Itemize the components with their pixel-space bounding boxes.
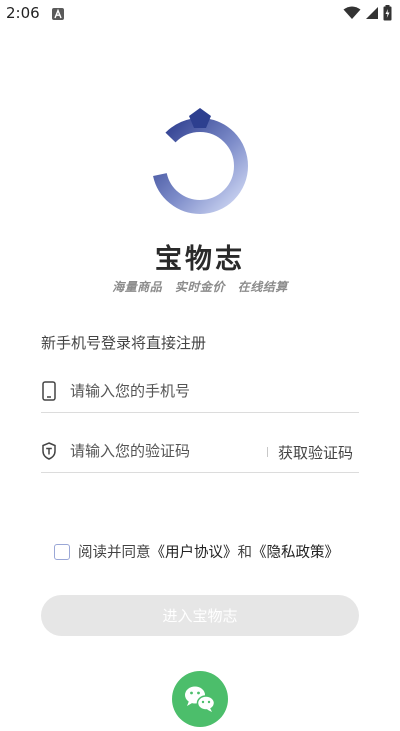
user-agreement-link[interactable]: 《用户协议》 [151, 541, 238, 562]
privacy-policy-link[interactable]: 《隐私政策》 [252, 541, 339, 562]
status-icons [343, 5, 392, 21]
battery-charging-icon [383, 5, 392, 21]
tagline-item: 在线结算 [237, 280, 288, 294]
agreement-checkbox[interactable] [54, 543, 70, 560]
status-bar: 2:06 [0, 0, 400, 28]
phone-icon [42, 381, 56, 401]
tagline-item: 海量商品 [112, 280, 163, 294]
a-notification-icon [52, 8, 64, 20]
agreement-and: 和 [237, 545, 253, 561]
status-time: 2:06 [6, 4, 40, 22]
tagline-item: 实时金价 [174, 280, 225, 294]
agreement-prefix: 阅读并同意 [78, 545, 151, 561]
brand-tagline: 海量商品 实时金价 在线结算 [0, 278, 400, 295]
cell-signal-icon [366, 7, 378, 19]
phone-input[interactable] [70, 378, 290, 404]
register-hint: 新手机号登录将直接注册 [41, 334, 207, 352]
ring-logo-icon [152, 108, 248, 214]
wifi-icon [343, 6, 361, 19]
brand-name: 宝物志 [155, 244, 245, 275]
code-input[interactable] [70, 438, 290, 464]
shield-t-icon [42, 442, 56, 460]
wechat-icon [185, 686, 216, 712]
agreement-row: 阅读并同意 《用户协议》 和 《隐私政策》 [54, 541, 339, 562]
get-code-button[interactable]: 获取验证码 [278, 442, 353, 463]
enter-button[interactable]: 进入宝物志 [41, 595, 359, 636]
phone-field [41, 372, 359, 413]
code-field: 获取验证码 [41, 432, 359, 473]
wechat-login-button[interactable] [172, 671, 228, 727]
code-divider [267, 447, 268, 457]
